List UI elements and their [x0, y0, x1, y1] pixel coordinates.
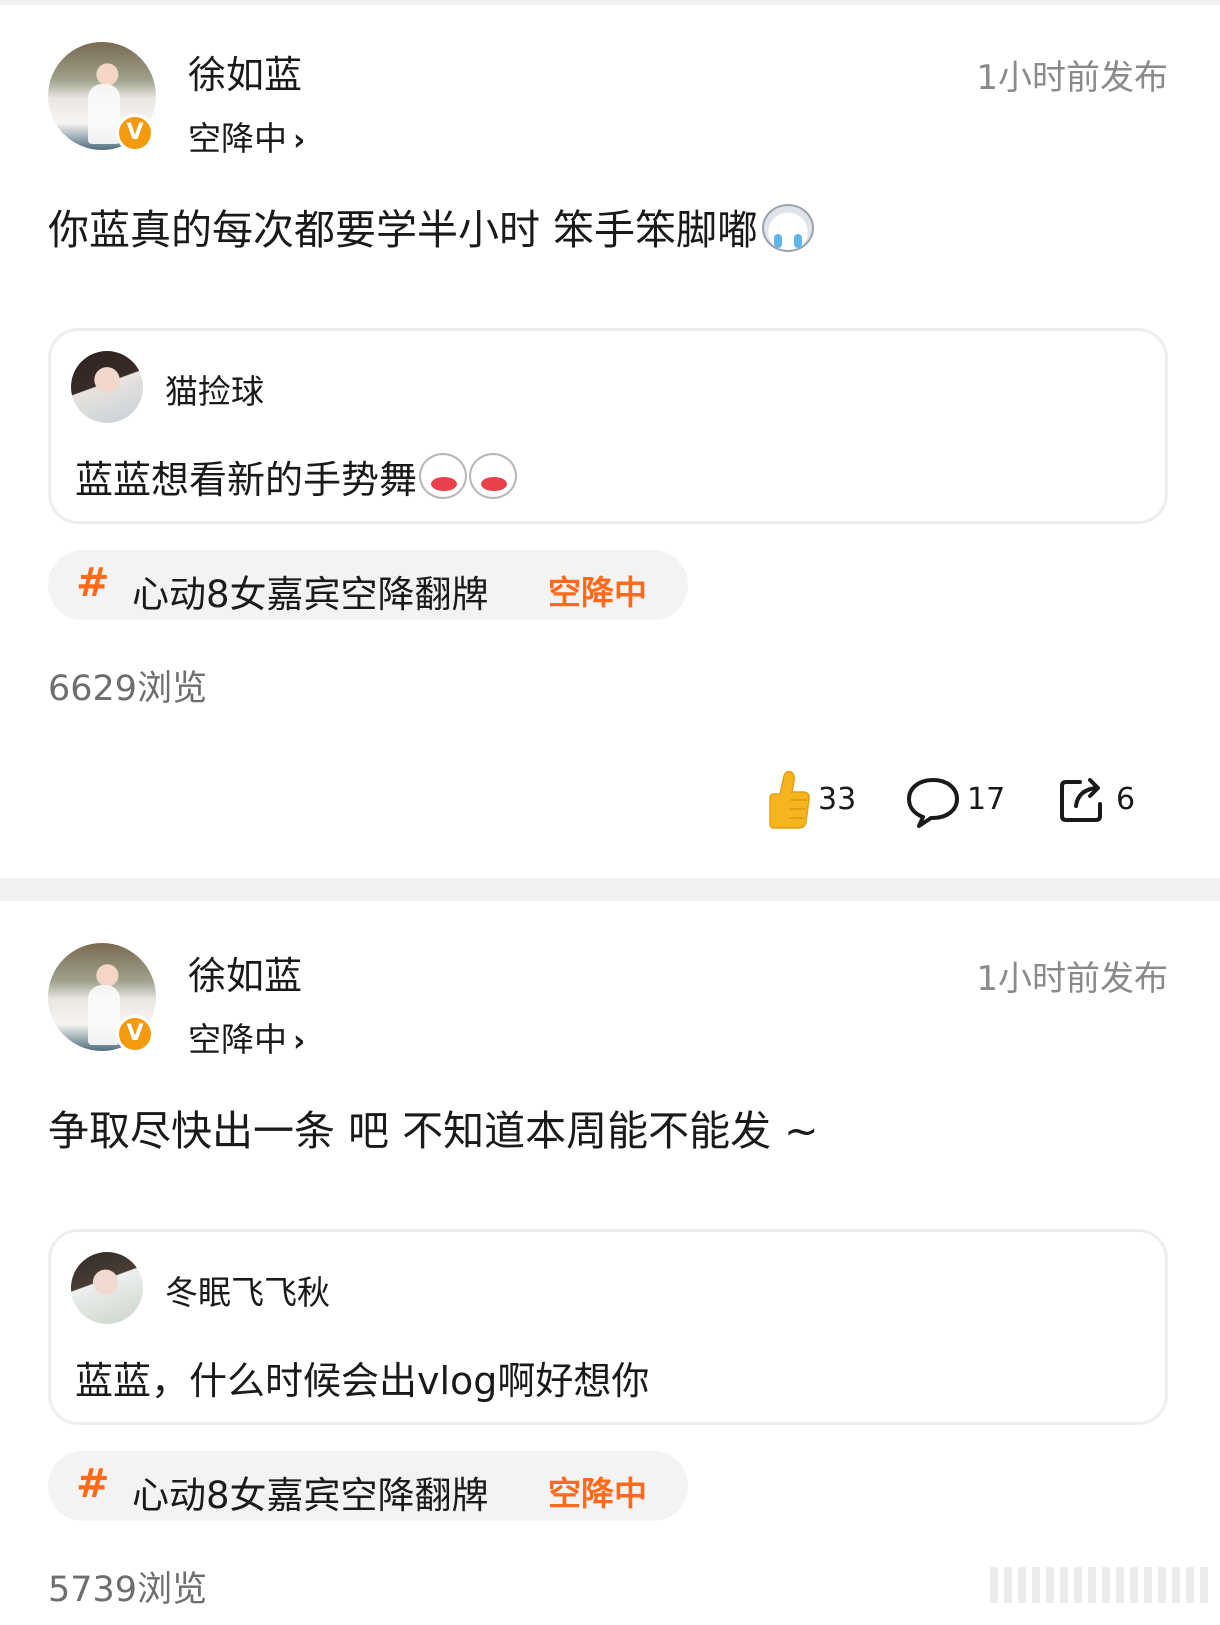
action-bar: 33 17 6	[760, 768, 1170, 834]
topic-status: 空降中	[548, 1474, 647, 1513]
comment-text-content: 蓝蓝想看新的手势舞	[75, 458, 418, 502]
commenter-avatar[interactable]	[71, 351, 143, 423]
share-button[interactable]: 6	[1056, 768, 1156, 834]
chevron-right-icon: ›	[293, 1024, 306, 1059]
author-name[interactable]: 徐如蓝	[188, 945, 302, 1000]
crying-face-icon	[762, 204, 815, 252]
comment-bubble-icon	[907, 778, 959, 828]
like-count: 33	[818, 782, 857, 817]
commenter-avatar[interactable]	[71, 1252, 143, 1324]
topic-title: 心动8女嘉宾空降翻牌	[132, 573, 489, 616]
post-text: 争取尽快出一条 吧 不知道本周能不能发 ~	[48, 1097, 818, 1157]
commenter-name[interactable]: 冬眠飞飞秋	[165, 1266, 330, 1314]
comment-text: 蓝蓝想看新的手势舞	[75, 449, 518, 504]
commenter-name[interactable]: 猫捡球	[165, 365, 264, 413]
hashtag-icon: #	[76, 560, 110, 606]
status-label: 空降中	[188, 1020, 287, 1059]
quoted-comment[interactable]: 猫捡球 蓝蓝想看新的手势舞	[48, 328, 1168, 524]
post-card[interactable]: V 徐如蓝 空降中 › 1小时前发布 你蓝真的每次都要学半小时 笨手笨脚嘟 猫捡球…	[0, 0, 1220, 878]
hashtag-icon: #	[76, 1461, 110, 1507]
post-text-content: 你蓝真的每次都要学半小时 笨手笨脚嘟	[48, 206, 759, 254]
verified-badge-icon: V	[116, 1015, 154, 1053]
post-time: 1小时前发布	[976, 959, 1168, 999]
comment-count: 17	[967, 782, 1006, 817]
status-link[interactable]: 空降中 ›	[188, 112, 305, 160]
blush-face-icon	[469, 453, 518, 499]
quoted-comment[interactable]: 冬眠飞飞秋 蓝蓝，什么时候会出vlog啊好想你	[48, 1229, 1168, 1425]
post-text: 你蓝真的每次都要学半小时 笨手笨脚嘟	[48, 196, 815, 256]
share-count: 6	[1116, 782, 1136, 817]
post-divider	[0, 878, 1220, 901]
blush-face-icon	[419, 453, 468, 499]
post-time: 1小时前发布	[976, 58, 1168, 98]
author-name[interactable]: 徐如蓝	[188, 44, 302, 99]
thumbs-up-icon	[769, 770, 810, 829]
share-icon	[1060, 778, 1102, 822]
topic-tag[interactable]: # 心动8女嘉宾空降翻牌 空降中	[48, 550, 688, 620]
topic-status: 空降中	[548, 573, 647, 612]
chevron-right-icon: ›	[293, 123, 306, 158]
topic-tag[interactable]: # 心动8女嘉宾空降翻牌 空降中	[48, 1451, 688, 1521]
status-link[interactable]: 空降中 ›	[188, 1013, 305, 1061]
status-label: 空降中	[188, 119, 287, 158]
post-card[interactable]: V 徐如蓝 空降中 › 1小时前发布 争取尽快出一条 吧 不知道本周能不能发 ~ …	[0, 901, 1220, 1625]
topic-title: 心动8女嘉宾空降翻牌	[132, 1474, 489, 1517]
verified-badge-icon: V	[116, 114, 154, 152]
like-button[interactable]: 33	[760, 768, 860, 834]
view-count: 5739浏览	[48, 1570, 208, 1610]
view-count: 6629浏览	[48, 669, 208, 709]
watermark	[990, 1567, 1210, 1603]
post-text-content: 争取尽快出一条 吧 不知道本周能不能发 ~	[48, 1107, 819, 1155]
comment-text: 蓝蓝，什么时候会出vlog啊好想你	[75, 1359, 650, 1403]
comment-button[interactable]: 17	[905, 768, 1005, 834]
